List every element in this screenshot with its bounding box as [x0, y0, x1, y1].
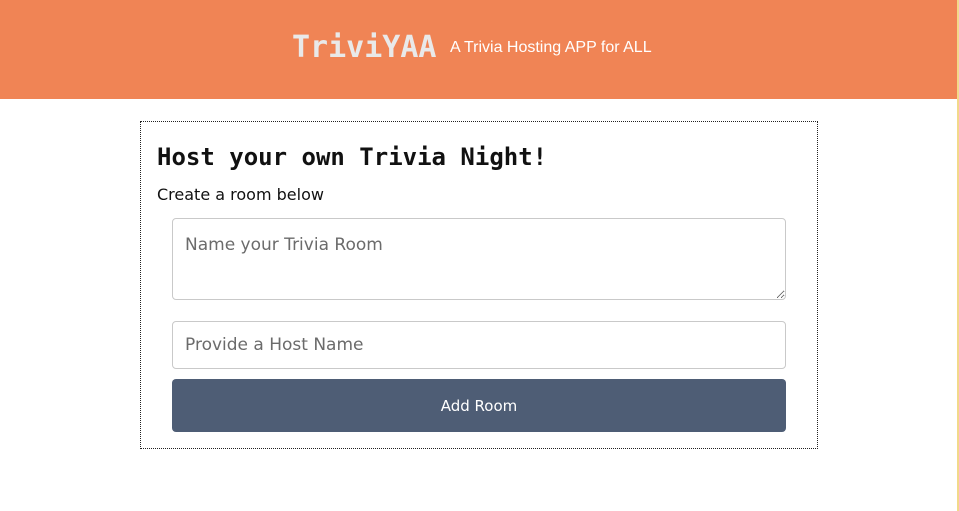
- app-header: TriviYAA A Trivia Hosting APP for ALL: [0, 0, 959, 99]
- add-room-button[interactable]: Add Room: [172, 379, 786, 432]
- create-room-subtitle: Create a room below: [157, 185, 324, 204]
- room-name-textarea[interactable]: [172, 218, 786, 300]
- app-tagline: A Trivia Hosting APP for ALL: [450, 39, 652, 56]
- create-room-card: Host your own Trivia Night! Create a roo…: [140, 121, 818, 449]
- app-title: TriviYAA: [292, 30, 437, 65]
- page-title: Host your own Trivia Night!: [157, 143, 548, 171]
- host-name-input[interactable]: [172, 321, 786, 369]
